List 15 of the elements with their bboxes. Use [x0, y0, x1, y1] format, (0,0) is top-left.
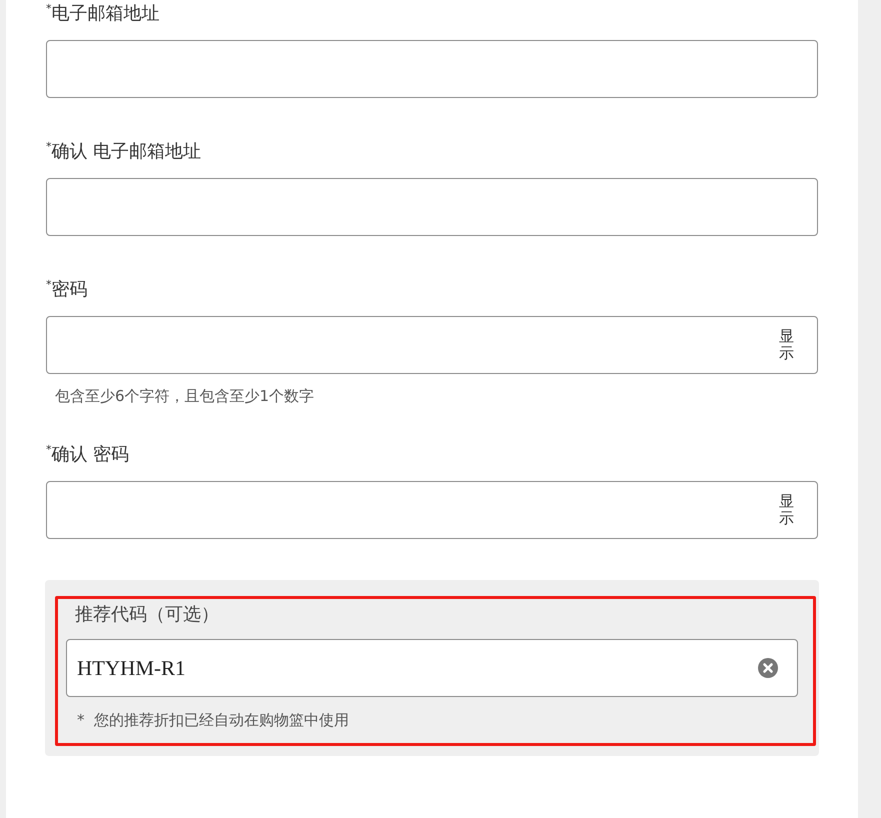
referral-code-field[interactable]: HTYHM-R1	[66, 639, 798, 697]
referral-note: * 您的推荐折扣已经自动在购物篮中使用	[77, 710, 350, 730]
show-password-button[interactable]: 显示	[779, 493, 808, 527]
field-label: $^{*}$电子邮箱地址	[46, 2, 160, 26]
clear-icon[interactable]	[758, 658, 778, 678]
field-label: $^{*}$密码	[46, 278, 88, 302]
field-label: 推荐代码（可选）	[75, 603, 219, 627]
input-field[interactable]	[46, 40, 818, 98]
password-field[interactable]	[46, 316, 818, 374]
field-label: $^{*}$确认 密码	[46, 443, 130, 467]
field-label: $^{*}$确认 电子邮箱地址	[46, 140, 202, 164]
password-hint: 包含至少6个字符，且包含至少1个数字	[55, 386, 316, 406]
password-field[interactable]	[46, 481, 818, 539]
show-password-button[interactable]: 显示	[779, 328, 808, 362]
input-field[interactable]	[46, 178, 818, 236]
